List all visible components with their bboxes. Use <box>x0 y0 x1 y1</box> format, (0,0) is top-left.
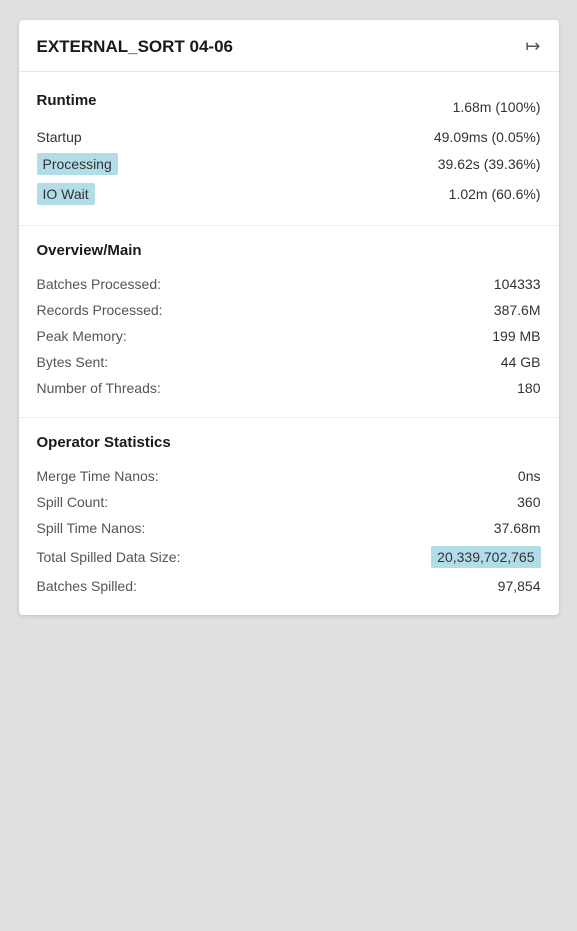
bytes-sent-row: Bytes Sent: 44 GB <box>37 349 541 375</box>
peak-memory-row: Peak Memory: 199 MB <box>37 323 541 349</box>
records-processed-row: Records Processed: 387.6M <box>37 297 541 323</box>
spill-count-row: Spill Count: 360 <box>37 489 541 515</box>
spill-time-value: 37.68m <box>494 520 541 536</box>
processing-row: Processing 39.62s (39.36%) <box>37 149 541 179</box>
threads-row: Number of Threads: 180 <box>37 375 541 401</box>
merge-time-value: 0ns <box>518 468 541 484</box>
main-card: EXTERNAL_SORT 04-06 ↦ Runtime 1.68m (100… <box>19 20 559 615</box>
card-title: EXTERNAL_SORT 04-06 <box>37 37 234 57</box>
total-spilled-label: Total Spilled Data Size: <box>37 549 181 565</box>
batches-processed-row: Batches Processed: 104333 <box>37 271 541 297</box>
batches-processed-label: Batches Processed: <box>37 276 162 292</box>
batches-spilled-label: Batches Spilled: <box>37 578 137 594</box>
batches-spilled-value: 97,854 <box>498 578 541 594</box>
peak-memory-value: 199 MB <box>492 328 540 344</box>
total-spilled-value: 20,339,702,765 <box>431 546 540 568</box>
processing-value: 39.62s (39.36%) <box>438 156 541 172</box>
runtime-title: Runtime <box>37 92 97 109</box>
processing-label: Processing <box>37 153 118 175</box>
card-header: EXTERNAL_SORT 04-06 ↦ <box>19 20 559 72</box>
iowait-row: IO Wait 1.02m (60.6%) <box>37 179 541 209</box>
iowait-label: IO Wait <box>37 183 95 205</box>
spill-time-label: Spill Time Nanos: <box>37 520 146 536</box>
operator-section: Operator Statistics Merge Time Nanos: 0n… <box>19 418 559 615</box>
runtime-total-value: 1.68m (100%) <box>453 99 541 115</box>
merge-time-row: Merge Time Nanos: 0ns <box>37 463 541 489</box>
threads-label: Number of Threads: <box>37 380 161 396</box>
operator-title: Operator Statistics <box>37 434 541 451</box>
records-processed-label: Records Processed: <box>37 302 163 318</box>
threads-value: 180 <box>517 380 540 396</box>
batches-spilled-row: Batches Spilled: 97,854 <box>37 573 541 599</box>
spill-count-label: Spill Count: <box>37 494 109 510</box>
startup-value: 49.09ms (0.05%) <box>434 129 541 145</box>
runtime-section: Runtime 1.68m (100%) Startup 49.09ms (0.… <box>19 72 559 226</box>
bytes-sent-label: Bytes Sent: <box>37 354 109 370</box>
peak-memory-label: Peak Memory: <box>37 328 127 344</box>
iowait-value: 1.02m (60.6%) <box>449 186 541 202</box>
startup-row: Startup 49.09ms (0.05%) <box>37 125 541 149</box>
runtime-header-row: Runtime 1.68m (100%) <box>37 88 541 125</box>
records-processed-value: 387.6M <box>494 302 541 318</box>
total-spilled-row: Total Spilled Data Size: 20,339,702,765 <box>37 541 541 573</box>
merge-time-label: Merge Time Nanos: <box>37 468 159 484</box>
overview-title: Overview/Main <box>37 242 541 259</box>
batches-processed-value: 104333 <box>494 276 541 292</box>
startup-label: Startup <box>37 129 82 145</box>
overview-section: Overview/Main Batches Processed: 104333 … <box>19 226 559 418</box>
spill-time-row: Spill Time Nanos: 37.68m <box>37 515 541 541</box>
bytes-sent-value: 44 GB <box>501 354 541 370</box>
export-icon[interactable]: ↦ <box>525 36 540 57</box>
spill-count-value: 360 <box>517 494 540 510</box>
